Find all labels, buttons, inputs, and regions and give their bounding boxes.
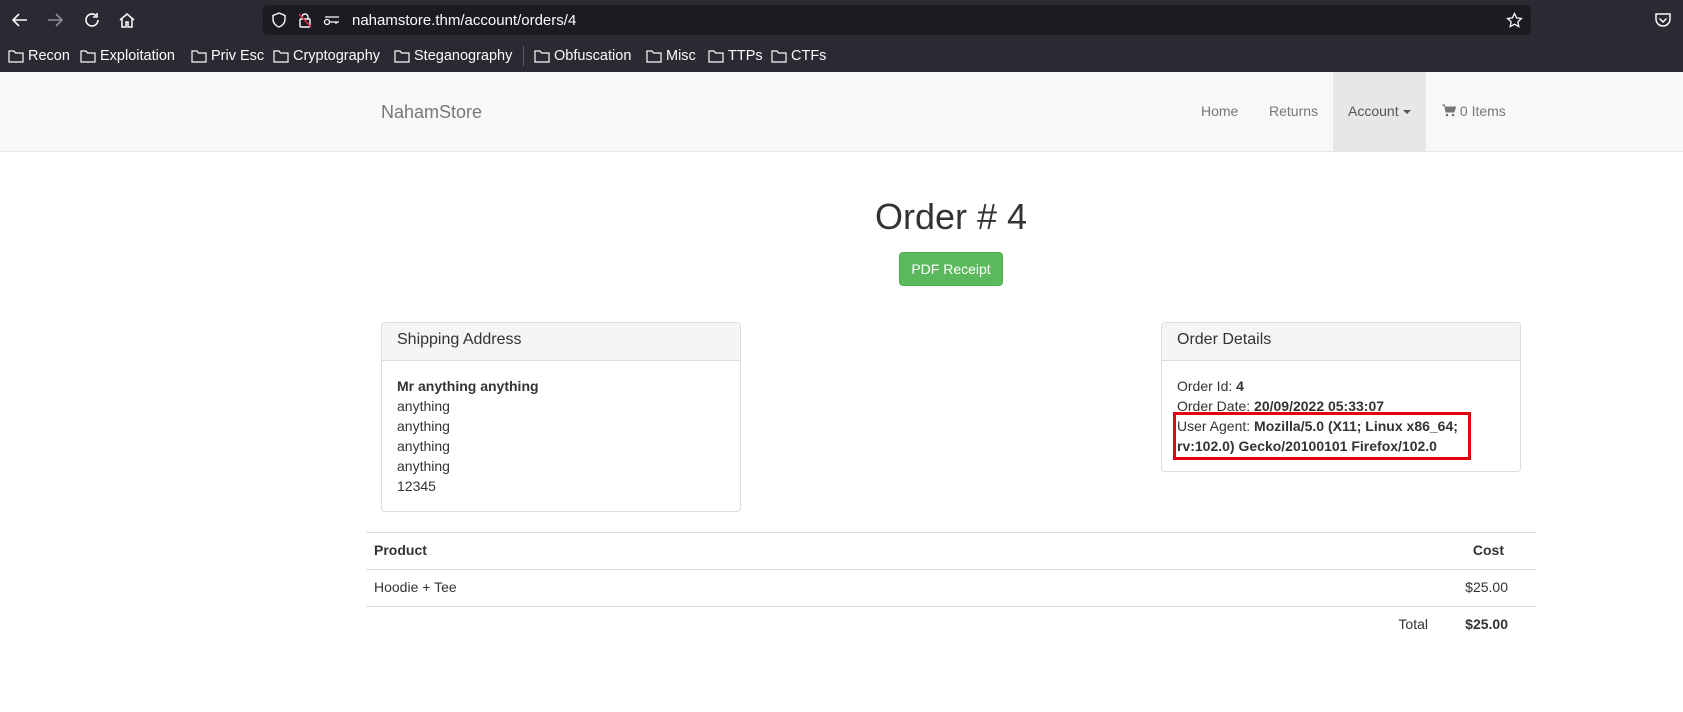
bookmark-label: Recon — [28, 48, 70, 64]
back-icon[interactable] — [8, 8, 32, 32]
folder-icon — [80, 50, 96, 63]
bookmark-label: Priv Esc — [211, 48, 265, 64]
cart-icon — [1442, 104, 1457, 117]
caret-down-icon — [1402, 110, 1411, 115]
address-line: anything — [397, 458, 450, 474]
shipping-address-panel: Shipping Address Mr anything anything an… — [381, 322, 741, 512]
shipping-address-heading: Shipping Address — [382, 323, 740, 361]
table-header-row: Product Cost — [366, 532, 1536, 569]
address-line: anything — [397, 398, 450, 414]
bookmark-label: Cryptography — [293, 48, 381, 64]
shipping-address-body: Mr anything anything anything anything a… — [382, 361, 740, 511]
bookmark-label: CTFs — [791, 48, 827, 64]
nav-home[interactable]: Home — [1186, 72, 1253, 151]
user-agent-highlight: User Agent: Mozilla/5.0 (X11; Linux x86_… — [1173, 412, 1471, 460]
bookmark-folder-ctfs[interactable]: CTFs — [771, 46, 826, 66]
column-header-product: Product — [374, 542, 427, 558]
folder-icon — [534, 50, 550, 63]
bookmark-star-icon[interactable] — [1506, 11, 1523, 32]
nav-returns[interactable]: Returns — [1254, 72, 1333, 151]
reload-icon[interactable] — [80, 8, 104, 32]
address-line: anything — [397, 438, 450, 454]
cart-label: 0 Items — [1459, 103, 1506, 119]
order-details-heading: Order Details — [1162, 323, 1520, 361]
bookmarks-separator — [523, 46, 524, 66]
bookmark-folder-obfuscation[interactable]: Obfuscation — [534, 46, 631, 66]
bookmark-label: Exploitation — [100, 48, 175, 64]
table-total-row: Total $25.00 — [366, 606, 1536, 643]
total-label: Total — [1398, 616, 1428, 632]
folder-icon — [708, 50, 724, 63]
folder-icon — [191, 50, 207, 63]
bookmark-label: TTPs — [728, 48, 763, 64]
order-date-value: 20/09/2022 05:33:07 — [1254, 398, 1385, 414]
url-text[interactable]: nahamstore.thm/account/orders/4 — [352, 12, 576, 29]
forward-icon[interactable] — [43, 8, 67, 32]
order-id-row: Order Id: 4 — [1177, 376, 1505, 396]
order-details-body: Order Id: 4 Order Date: 20/09/2022 05:33… — [1162, 361, 1520, 471]
order-items-table: Product Cost Hoodie + Tee $25.00 Total $… — [366, 532, 1536, 643]
lock-insecure-icon[interactable] — [297, 12, 313, 31]
browser-chrome: nahamstore.thm/account/orders/4 Recon Ex… — [0, 0, 1683, 72]
nav-cart[interactable]: 0 Items — [1427, 72, 1521, 151]
product-cell: Hoodie + Tee — [374, 579, 457, 595]
permissions-icon[interactable] — [323, 12, 341, 31]
bookmark-label: Obfuscation — [554, 48, 632, 64]
nav-account-dropdown[interactable]: Account — [1333, 72, 1426, 151]
order-date-label: Order Date: — [1177, 398, 1251, 414]
order-id-label: Order Id: — [1177, 378, 1233, 394]
column-header-cost: Cost — [1472, 542, 1504, 558]
bookmark-folder-recon[interactable]: Recon — [8, 46, 70, 66]
total-value: $25.00 — [1465, 616, 1508, 632]
site-navbar: NahamStore Home Returns Account 0 Items — [0, 72, 1683, 152]
page-title: Order # 4 — [874, 196, 1028, 237]
pdf-receipt-button[interactable]: PDF Receipt — [899, 252, 1003, 286]
folder-icon — [394, 50, 410, 63]
address-line: anything — [397, 418, 450, 434]
order-date-row: Order Date: 20/09/2022 05:33:07 — [1177, 396, 1505, 416]
bookmark-label: Steganography — [414, 48, 513, 64]
nav-account-label: Account — [1348, 103, 1399, 119]
bookmark-label: Misc — [666, 48, 696, 64]
folder-icon — [771, 50, 787, 63]
home-icon[interactable] — [115, 8, 139, 32]
shipping-name: Mr anything anything — [397, 378, 539, 394]
order-details-panel: Order Details Order Id: 4 Order Date: 20… — [1161, 322, 1521, 472]
bookmark-folder-priv-esc[interactable]: Priv Esc — [191, 46, 264, 66]
cost-cell: $25.00 — [1465, 579, 1508, 595]
bookmark-folder-exploitation[interactable]: Exploitation — [80, 46, 175, 66]
pocket-icon[interactable] — [1651, 8, 1675, 32]
folder-icon — [273, 50, 289, 63]
bookmark-folder-misc[interactable]: Misc — [646, 46, 696, 66]
address-postcode: 12345 — [397, 478, 436, 494]
url-bar[interactable]: nahamstore.thm/account/orders/4 — [263, 5, 1531, 35]
table-row: Hoodie + Tee $25.00 — [366, 569, 1536, 606]
user-agent-label: User Agent: — [1177, 418, 1251, 434]
shield-icon[interactable] — [271, 12, 287, 31]
folder-icon — [646, 50, 662, 63]
order-id-value: 4 — [1236, 378, 1244, 394]
bookmark-folder-cryptography[interactable]: Cryptography — [273, 46, 380, 66]
bookmarks-toolbar: Recon Exploitation Priv Esc Cryptography… — [0, 42, 1683, 70]
folder-icon — [8, 50, 24, 63]
brand-link[interactable]: NahamStore — [381, 102, 482, 123]
bookmark-folder-ttps[interactable]: TTPs — [708, 46, 763, 66]
bookmark-folder-steganography[interactable]: Steganography — [394, 46, 512, 66]
browser-toolbar: nahamstore.thm/account/orders/4 — [0, 0, 1683, 40]
